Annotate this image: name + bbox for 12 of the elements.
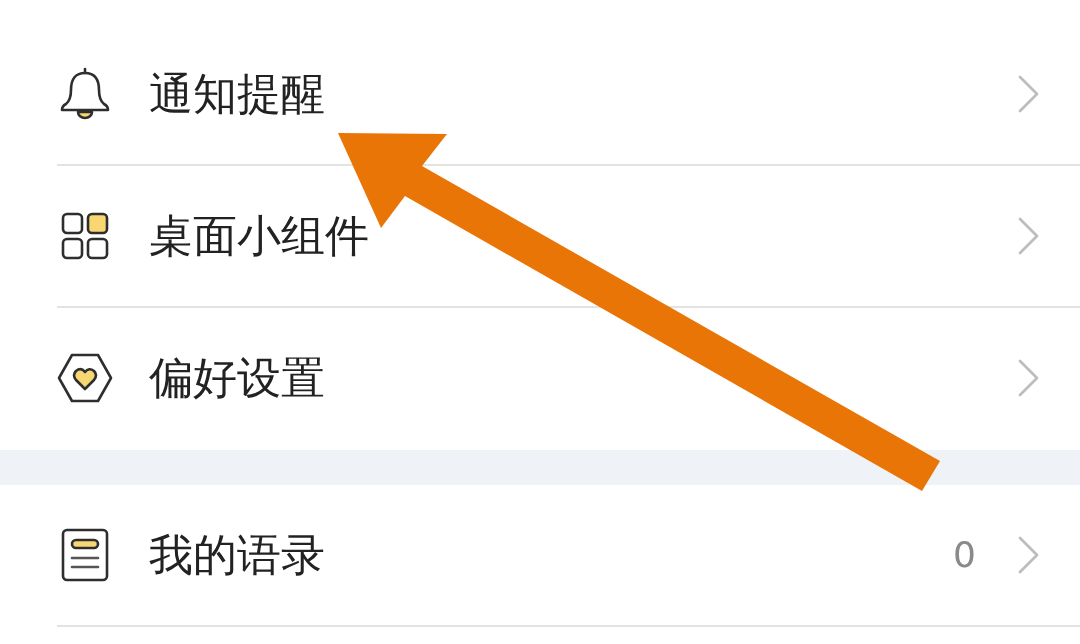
grid-icon — [61, 212, 109, 260]
menu-item-label[interactable]: 偏好设置 — [149, 351, 325, 405]
count-value: 0 — [953, 533, 976, 577]
chevron-icon — [1018, 536, 1040, 574]
menu-item-label[interactable]: 通知提醒 — [149, 67, 325, 121]
menu-item-label[interactable]: 桌面小组件 — [149, 209, 369, 263]
chevron-icon — [1018, 217, 1040, 255]
chevron-icon — [1018, 75, 1040, 113]
chevron-icon — [1018, 359, 1040, 397]
menu-item-label[interactable]: 我的语录 — [149, 528, 325, 582]
note-icon — [61, 528, 109, 582]
hexagon-heart-icon — [57, 353, 113, 403]
